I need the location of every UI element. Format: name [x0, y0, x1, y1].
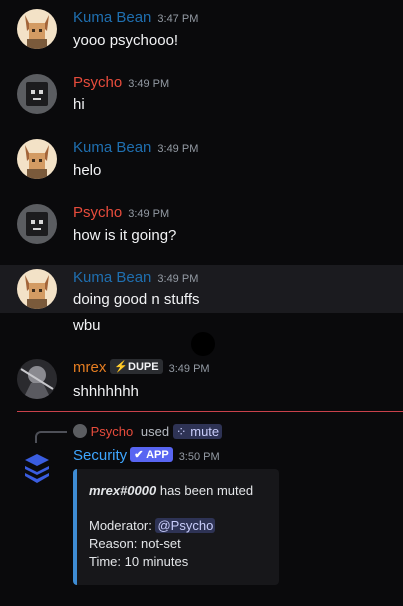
reply-connector — [35, 431, 67, 443]
avatar-kuma-bean[interactable] — [17, 139, 57, 179]
slash-command[interactable]: ⁘ mute — [172, 424, 223, 439]
app-badge: ✔ APP — [130, 447, 173, 462]
author-name[interactable]: Kuma Bean — [73, 139, 151, 156]
timestamp: 3:50 PM — [178, 451, 220, 463]
avatar-security-bot[interactable] — [17, 449, 57, 489]
message-text: helo — [73, 162, 102, 179]
avatar-mrex[interactable] — [17, 359, 57, 399]
slash-command-icon: ⁘ — [175, 424, 187, 439]
message-text: wbu — [73, 317, 101, 334]
interaction-avatar[interactable] — [73, 424, 87, 438]
new-messages-divider — [17, 411, 403, 412]
embed-reason: Reason: not-set — [89, 536, 181, 551]
checkmark-icon: ✔ — [134, 449, 144, 461]
avatar-kuma-bean[interactable] — [17, 269, 57, 309]
message-text: hi — [73, 96, 85, 113]
author-name[interactable]: Security — [73, 447, 127, 464]
author-name[interactable]: Psycho — [73, 204, 122, 221]
avatar-psycho[interactable] — [17, 74, 57, 114]
lightning-icon: ⚡ — [114, 361, 129, 373]
author-name[interactable]: Kuma Bean — [73, 269, 151, 286]
avatar-psycho[interactable] — [17, 204, 57, 244]
message-text: shhhhhhh — [73, 383, 139, 400]
timestamp: 3:49 PM — [128, 208, 170, 220]
moderator-mention[interactable]: @Psycho — [155, 518, 216, 533]
timestamp: 3:49 PM — [157, 143, 199, 155]
embed-title: mrex#0000 has been muted — [89, 483, 254, 498]
timestamp: 3:49 PM — [128, 78, 170, 90]
message-text: how is it going? — [73, 227, 177, 244]
dupe-badge: ⚡DUPE — [110, 359, 163, 374]
target-user: mrex#0000 — [89, 483, 157, 498]
cursor-dot — [191, 332, 215, 356]
shield-layers-icon — [25, 454, 49, 483]
interaction-verb: used — [140, 424, 170, 439]
moderation-embed: mrex#0000 has been muted Moderator: @Psy… — [73, 469, 279, 585]
interaction-user[interactable]: Psycho — [91, 424, 134, 439]
timestamp: 3:47 PM — [157, 13, 199, 25]
interaction-header[interactable]: Psycho used ⁘ mute — [73, 424, 223, 440]
author-name[interactable]: Kuma Bean — [73, 9, 151, 26]
message-text: doing good n stuffs — [73, 291, 200, 308]
timestamp: 3:49 PM — [168, 363, 210, 375]
avatar-kuma-bean[interactable] — [17, 9, 57, 49]
message-hover-highlight — [0, 265, 403, 313]
author-name[interactable]: Psycho — [73, 74, 122, 91]
embed-duration: Time: 10 minutes — [89, 554, 189, 569]
message-text: yooo psychooo! — [73, 32, 179, 49]
embed-moderator: Moderator: @Psycho — [89, 518, 216, 533]
author-name[interactable]: mrex — [73, 359, 106, 376]
timestamp: 3:49 PM — [157, 273, 199, 285]
